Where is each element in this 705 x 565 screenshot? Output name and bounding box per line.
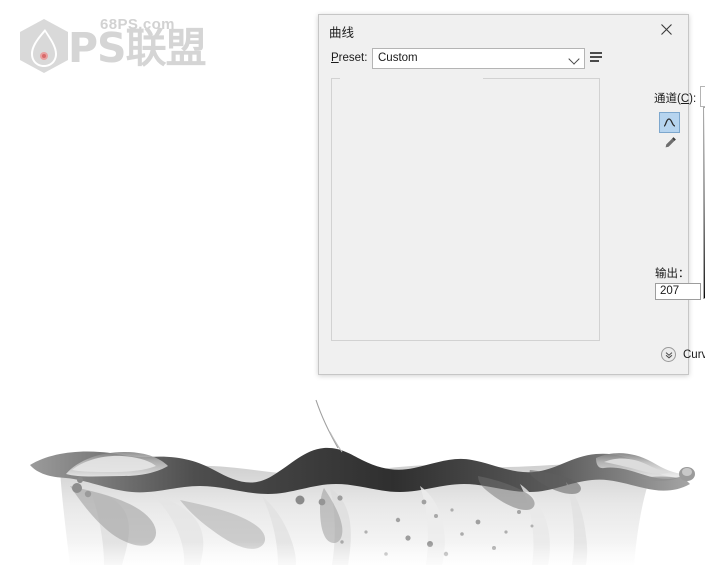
close-icon[interactable] <box>644 15 688 44</box>
output-field[interactable]: 207 <box>655 283 701 300</box>
curve-glyph <box>663 118 676 127</box>
dialog-title: 曲线 <box>329 25 355 40</box>
output-block: 输出： 207 <box>655 265 701 300</box>
preset-menu-icon[interactable] <box>590 51 604 64</box>
curve-display-options-label: Curve Display Options <box>683 348 705 361</box>
site-watermark: 68PS.com PS联盟 <box>8 6 208 74</box>
curves-dialog: 曲线 Preset: Custom 通道(C): 红 副本 <box>318 14 705 375</box>
chevron-double-glyph <box>665 351 672 358</box>
channel-row: 通道(C): 红 副本 <box>654 86 705 107</box>
close-glyph <box>660 24 672 35</box>
water-splash-artwork <box>0 392 705 565</box>
chevron-double-down-icon[interactable] <box>661 347 676 362</box>
dialog-titlebar: 曲线 <box>319 15 688 45</box>
curve-groupbox <box>331 78 600 341</box>
preset-row: Preset: Custom <box>331 48 676 69</box>
output-label: 输出： <box>655 268 690 280</box>
watermark-brand: PS联盟 <box>68 24 207 72</box>
curve-display-options-row[interactable]: Curve Display Options <box>661 347 705 362</box>
water-splash-photo <box>0 392 705 565</box>
curve-tools <box>659 112 688 152</box>
preset-value: Custom <box>378 52 418 64</box>
pencil-glyph <box>665 137 676 148</box>
curve-tool-icon[interactable] <box>659 112 680 133</box>
preset-label: Preset: <box>331 52 368 64</box>
pencil-tool-icon[interactable] <box>661 133 680 152</box>
chevron-down-icon <box>568 53 580 65</box>
channel-dropdown[interactable]: 红 副本 <box>700 86 705 107</box>
preset-dropdown[interactable]: Custom <box>372 48 585 69</box>
flame-hexagon-icon <box>20 19 68 73</box>
channel-label: 通道(C): <box>654 93 697 105</box>
